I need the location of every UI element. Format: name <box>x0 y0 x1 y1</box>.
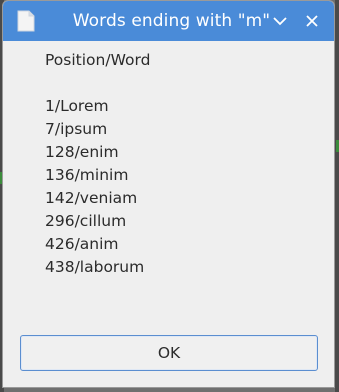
close-icon <box>306 15 318 27</box>
background-window-edge-right <box>335 0 339 392</box>
chevron-down-icon <box>273 17 287 26</box>
ok-button[interactable]: OK <box>20 335 318 371</box>
list-item: 438/laborum <box>45 258 145 276</box>
message-dialog: Words ending with "m" Position/Word 1/Lo… <box>2 0 335 388</box>
minimize-button[interactable] <box>270 11 290 31</box>
list-item: 142/veniam <box>45 189 138 207</box>
list-item: 128/enim <box>45 143 119 161</box>
list-item: 296/cillum <box>45 212 127 230</box>
list-header: Position/Word <box>45 51 151 69</box>
list-item: 7/ipsum <box>45 120 108 138</box>
list-item: 136/minim <box>45 166 129 184</box>
close-button[interactable] <box>302 11 322 31</box>
list-item: 426/anim <box>45 235 119 253</box>
list-item: 1/Lorem <box>45 97 109 115</box>
message-text: Position/Word 1/Lorem 7/ipsum 128/enim 1… <box>45 49 150 279</box>
title-bar[interactable]: Words ending with "m" <box>3 1 334 41</box>
